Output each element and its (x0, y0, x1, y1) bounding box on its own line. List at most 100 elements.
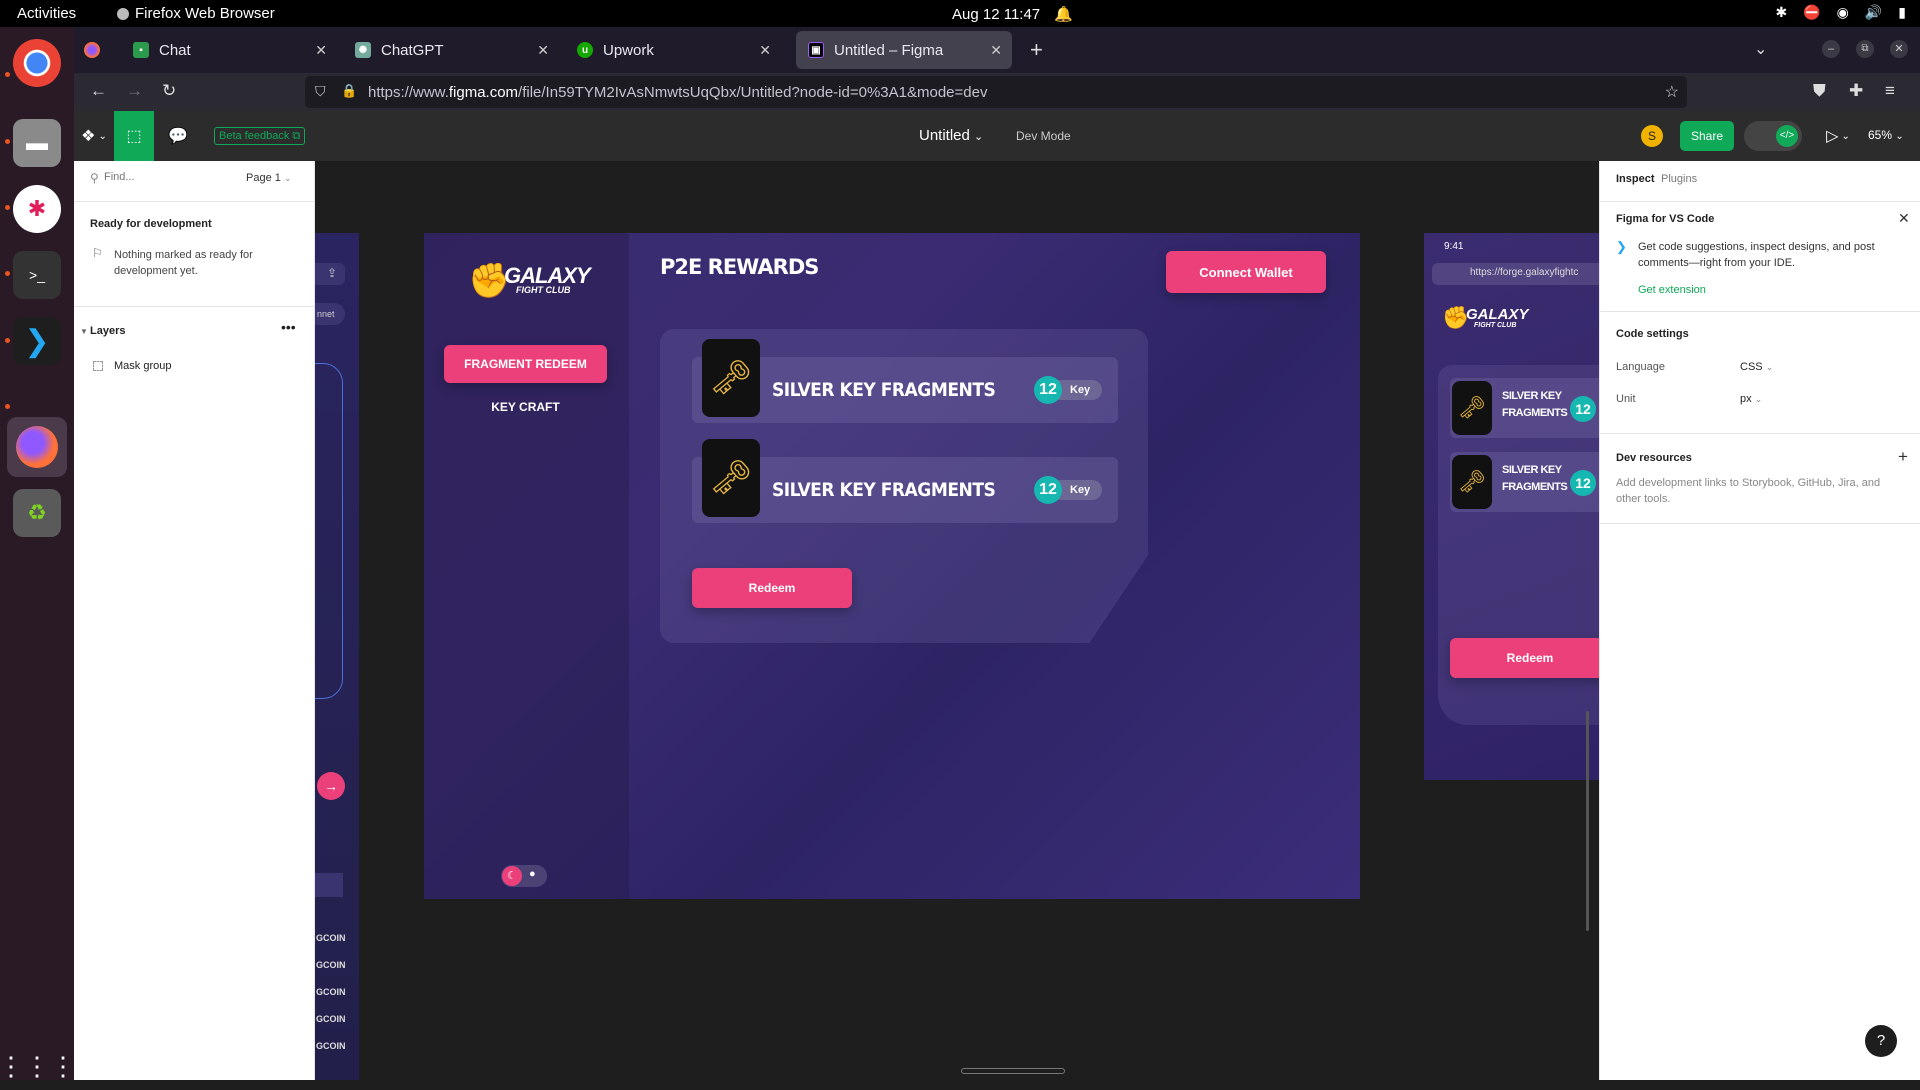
zoom-level[interactable]: 65% ⌄ (1868, 128, 1904, 142)
help-button[interactable]: ? (1865, 1025, 1897, 1057)
close-icon[interactable]: ✕ (315, 42, 327, 59)
avatar[interactable]: S (1641, 125, 1663, 147)
forward-icon[interactable]: → (126, 81, 143, 101)
firefox-view-icon[interactable] (84, 42, 100, 58)
beta-feedback-link[interactable]: Beta feedback ⧉ (214, 127, 306, 145)
present-play-icon[interactable]: ▷ ⌄ (1820, 111, 1856, 161)
page-selector[interactable]: Page 1 ⌄ (246, 172, 291, 184)
slack-tray-icon: ✱ (1775, 4, 1788, 20)
get-extension-link[interactable]: Get extension (1638, 284, 1706, 296)
figma-canvas[interactable]: ⇪ nnet → GCOIN GCOIN GCOIN GCOIN GCOIN ✊… (315, 161, 1599, 1080)
close-icon[interactable]: ✕ (537, 42, 549, 59)
partial-input (315, 873, 343, 897)
tab-chat[interactable]: ▪ Chat ✕ (121, 31, 337, 69)
shield-icon[interactable]: ⛉ (315, 83, 326, 100)
tab-chatgpt[interactable]: ✺ ChatGPT ✕ (343, 31, 559, 69)
count-number: 12 (1570, 396, 1596, 422)
figma-menu-icon[interactable]: ❖ ⌄ (74, 111, 114, 161)
dev-mode-toggle[interactable]: </> (1744, 121, 1802, 151)
unit-select[interactable]: px ⌄ (1740, 393, 1762, 405)
partial-frame-left[interactable]: ⇪ nnet → GCOIN GCOIN GCOIN GCOIN GCOIN (315, 233, 359, 1080)
mobile-redeem-button[interactable]: Redeem (1450, 638, 1599, 678)
vertical-scrollbar[interactable] (1586, 711, 1589, 931)
minimize-button[interactable]: – (1822, 40, 1840, 58)
bookmark-star-icon[interactable]: ☆ (1665, 82, 1679, 102)
tab-plugins[interactable]: Plugins (1661, 173, 1697, 185)
clock[interactable]: Aug 12 11:47 🔔 (952, 5, 1073, 23)
restore-button[interactable]: ⧉ (1856, 40, 1874, 58)
pocket-icon[interactable]: ⛊ (1813, 81, 1826, 101)
volume-icon: 🔊 (1864, 4, 1883, 20)
slack-icon[interactable]: ✱ (13, 185, 61, 233)
close-icon[interactable]: ✕ (990, 42, 1002, 59)
close-icon[interactable]: ✕ (759, 42, 771, 59)
search-icon: ⚲ (90, 171, 99, 185)
tab-label: ChatGPT (381, 41, 444, 59)
trash-icon[interactable]: ♻ (13, 489, 61, 537)
design-frame-desktop[interactable]: ✊ GALAXY FIGHT CLUB FRAGMENT REDEEM KEY … (424, 233, 1360, 899)
back-icon[interactable]: ← (90, 81, 107, 101)
reload-icon[interactable]: ↻ (162, 81, 176, 101)
chat-favicon-icon: ▪ (133, 42, 149, 58)
show-apps-icon[interactable]: ⋮⋮⋮ (0, 1042, 76, 1090)
app-name: Firefox Web Browser (135, 5, 275, 22)
layer-mask-group[interactable]: Mask group (114, 360, 171, 372)
collapse-triangle-icon[interactable]: ▼ (80, 327, 88, 336)
firefox-dock-icon[interactable] (7, 417, 67, 477)
key-craft-link[interactable]: KEY CRAFT (444, 400, 607, 414)
design-frame-mobile[interactable]: 9:41 https://forge.galaxyfightc ✊ GALAXY… (1424, 233, 1599, 780)
logo-text: GALAXY (1466, 306, 1529, 323)
tab-inspect[interactable]: Inspect (1616, 173, 1655, 185)
mobile-reward-name: SILVER KEY FRAGMENTS (1502, 390, 1568, 419)
terminal-icon[interactable]: >_ (13, 251, 61, 299)
count-number: 12 (1034, 476, 1062, 504)
coin-label: GCOIN (316, 960, 346, 970)
vscode-icon[interactable]: ❯ (13, 317, 61, 365)
add-resource-icon[interactable]: + (1898, 447, 1908, 467)
redeem-button[interactable]: Redeem (692, 568, 852, 608)
divider (74, 306, 314, 307)
vscode-title: Figma for VS Code (1616, 213, 1715, 225)
left-panel: ⚲ Page 1 ⌄ Ready for development ⚐ Nothi… (74, 161, 315, 1080)
key-icon: 🗝 (702, 339, 760, 417)
url-bar[interactable]: ⛉ 🔒 https://www.figma.com/file/In59TYM2I… (305, 76, 1687, 108)
menu-icon[interactable]: ≡ (1885, 81, 1895, 101)
dev-resources-description: Add development links to Storybook, GitH… (1616, 477, 1881, 505)
running-indicator (5, 271, 10, 276)
coin-label: GCOIN (316, 1041, 346, 1051)
comment-tool-icon[interactable]: 💬 (158, 111, 198, 161)
browser-nav-bar: ← → ↻ ⛉ 🔒 https://www.figma.com/file/In5… (74, 73, 1920, 111)
page-title: P2E REWARDS (660, 255, 819, 279)
system-tray[interactable]: ✱ ⛔ ◉ 🔊 ▮ (1775, 4, 1906, 21)
close-window-button[interactable]: ✕ (1890, 40, 1908, 58)
file-title[interactable]: Untitled ⌄ (919, 127, 983, 144)
sun-icon: ● (529, 868, 536, 880)
share-button[interactable]: Share (1680, 121, 1734, 151)
layers-search-input[interactable] (104, 167, 214, 187)
close-icon[interactable]: ✕ (1898, 210, 1910, 227)
new-tab-button[interactable]: + (1030, 37, 1043, 63)
tab-figma[interactable]: ▣ Untitled – Figma ✕ (796, 31, 1012, 69)
mask-group-icon (93, 361, 103, 371)
chrome-icon[interactable] (13, 39, 61, 87)
upwork-favicon-icon: u (577, 42, 593, 58)
count-number: 12 (1570, 470, 1596, 496)
lock-icon[interactable]: 🔒 (341, 83, 357, 99)
tab-upwork[interactable]: u Upwork ✕ (565, 31, 781, 69)
activities-button[interactable]: Activities (17, 5, 76, 22)
files-icon[interactable]: ▬ (13, 119, 61, 167)
horizontal-scrollbar[interactable] (961, 1068, 1065, 1074)
code-settings-heading: Code settings (1616, 328, 1689, 340)
app-menu[interactable]: Firefox Web Browser (117, 5, 275, 22)
tab-label: Chat (159, 41, 191, 59)
fragment-redeem-button[interactable]: FRAGMENT REDEEM (444, 345, 607, 383)
theme-toggle[interactable]: ☾ ● (501, 865, 547, 887)
more-options-icon[interactable]: ••• (281, 319, 296, 335)
list-tabs-chevron-icon[interactable]: ⌄ (1754, 39, 1767, 59)
language-select[interactable]: CSS ⌄ (1740, 361, 1773, 373)
divider (74, 201, 314, 202)
select-tool-icon[interactable]: ⬚ (114, 111, 154, 161)
connect-wallet-button[interactable]: Connect Wallet (1166, 251, 1326, 293)
extensions-icon[interactable]: ✚ (1849, 81, 1863, 101)
mobile-time: 9:41 (1444, 241, 1464, 252)
